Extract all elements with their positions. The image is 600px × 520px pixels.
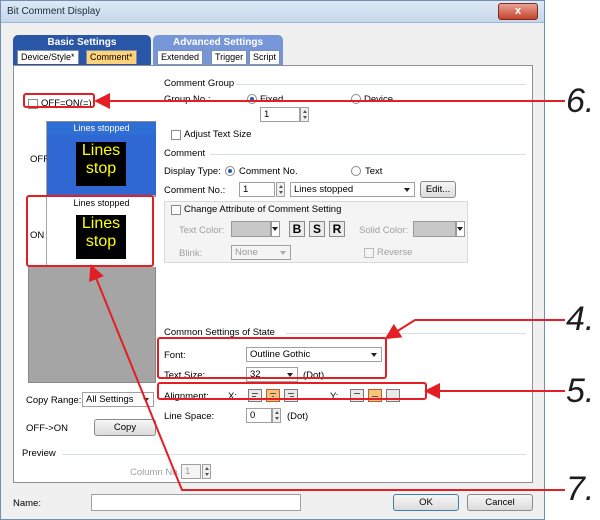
annotation-arrows <box>89 93 565 491</box>
callout-7: 7. <box>566 470 595 508</box>
callout-4: 4. <box>566 300 595 338</box>
callout-6: 6. <box>566 82 595 120</box>
callout-5: 5. <box>566 372 595 410</box>
arrow-4 <box>384 319 565 340</box>
arrow-7 <box>89 264 565 491</box>
